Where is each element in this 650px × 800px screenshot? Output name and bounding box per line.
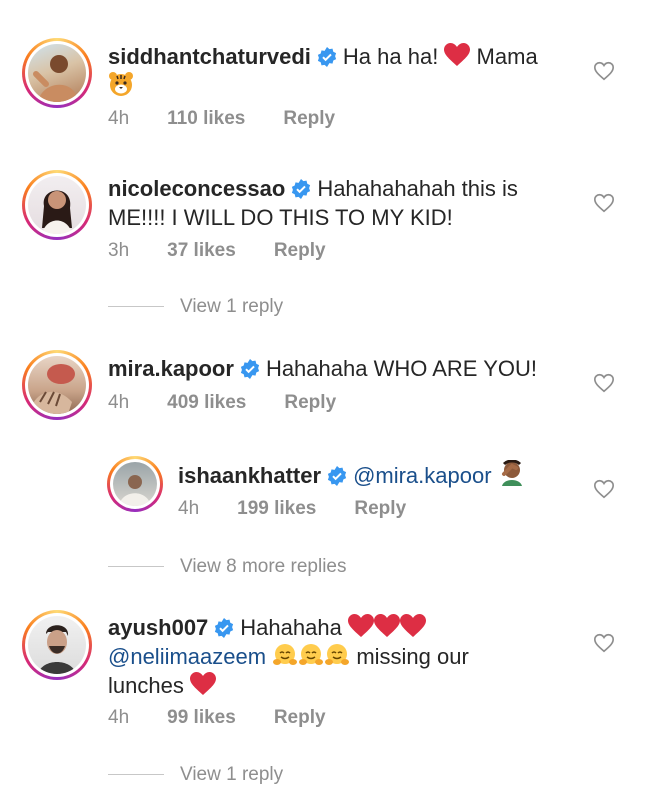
mention-link[interactable]: @neliimaazeem xyxy=(108,644,266,669)
heart-outline-icon[interactable] xyxy=(593,192,615,214)
comment-meta: 4h 110 likes Reply xyxy=(108,108,373,130)
heart-outline-icon[interactable] xyxy=(593,372,615,394)
divider xyxy=(108,566,164,568)
username[interactable]: ishaankhatter xyxy=(178,463,321,488)
verified-badge-icon xyxy=(317,47,337,67)
divider xyxy=(108,774,164,776)
avatar-photo xyxy=(119,475,151,506)
timestamp: 4h xyxy=(108,707,130,728)
view-replies-link[interactable]: View 8 more replies xyxy=(108,556,347,578)
hugging-face-emoji xyxy=(325,644,350,665)
reply-meta: 4h 199 likes Reply xyxy=(178,498,444,520)
comment-body: ME!!!! I WILL DO THIS TO MY KID! xyxy=(108,205,453,230)
red-heart-emoji xyxy=(347,614,374,637)
timestamp: 3h xyxy=(108,240,130,261)
comment-ayush007: ayush007 Hahahaha @neliimaazeem missing o… xyxy=(0,600,650,800)
comment-meta: 4h 99 likes Reply xyxy=(108,707,364,729)
tiger-face-emoji xyxy=(109,72,133,96)
likes-count[interactable]: 37 likes xyxy=(167,240,236,261)
likes-count[interactable]: 110 likes xyxy=(167,108,245,129)
red-heart-emoji xyxy=(399,614,426,637)
view-replies-label: View 1 reply xyxy=(180,296,284,317)
reply-button[interactable]: Reply xyxy=(354,498,406,519)
comment-body: missing our xyxy=(356,644,469,669)
red-heart-emoji xyxy=(373,614,400,637)
comment-body: Hahahahahah this is xyxy=(317,176,518,201)
comment-text: ayush007 Hahahaha @neliimaazeem missing o… xyxy=(108,613,578,700)
timestamp: 4h xyxy=(178,498,200,519)
view-replies-link[interactable]: View 1 reply xyxy=(108,296,283,318)
timestamp: 4h xyxy=(108,108,130,129)
reply-button[interactable]: Reply xyxy=(274,240,326,261)
reply-button[interactable]: Reply xyxy=(284,392,336,413)
mention-link[interactable]: @mira.kapoor xyxy=(353,463,492,488)
comment-body-part: Mama xyxy=(470,44,538,69)
avatar-photo xyxy=(32,364,75,414)
avatar-photo xyxy=(42,190,72,234)
avatar[interactable] xyxy=(22,610,92,680)
red-heart-emoji xyxy=(189,672,216,695)
reply-button[interactable]: Reply xyxy=(283,108,335,129)
verified-badge-icon xyxy=(327,466,347,486)
likes-count[interactable]: 199 likes xyxy=(237,498,316,519)
red-heart-emoji xyxy=(444,43,471,66)
comment-siddhantchaturvedi: siddhantchaturvedi Ha ha ha! Mama 4h 110 l… xyxy=(0,0,650,150)
verified-badge-icon xyxy=(215,618,234,638)
username[interactable]: nicoleconcessao xyxy=(108,176,285,201)
avatar[interactable] xyxy=(107,456,163,512)
view-replies-label: View 1 reply xyxy=(180,764,284,785)
comment-meta: 4h 409 likes Reply xyxy=(108,392,374,414)
likes-count[interactable]: 99 likes xyxy=(167,707,236,728)
avatar[interactable] xyxy=(22,350,92,420)
avatar-photo xyxy=(38,625,76,674)
comment-meta: 3h 37 likes Reply xyxy=(108,240,364,262)
reply-text: ishaankhatter @mira.kapoor xyxy=(178,460,598,490)
reply-button[interactable]: Reply xyxy=(274,707,326,728)
username[interactable]: ayush007 xyxy=(108,615,208,640)
hugging-face-emoji xyxy=(299,644,324,665)
verified-badge-icon xyxy=(240,359,260,379)
timestamp: 4h xyxy=(108,392,130,413)
comment-text: nicoleconcessao Hahahahahah this is ME!!!… xyxy=(108,174,568,232)
heart-outline-icon[interactable] xyxy=(593,60,615,82)
comment-mira-kapoor: mira.kapoor Hahahaha WHO ARE YOU! 4h 409 l… xyxy=(0,340,650,590)
comment-text: mira.kapoor Hahahaha WHO ARE YOU! xyxy=(108,354,568,383)
username[interactable]: siddhantchaturvedi xyxy=(108,44,311,69)
comment-text: siddhantchaturvedi Ha ha ha! Mama xyxy=(108,42,548,101)
facepalm-emoji xyxy=(501,460,522,486)
reply-ishaankhatter: ishaankhatter @mira.kapoor 4h 199 likes Rep… xyxy=(0,450,650,530)
avatar[interactable] xyxy=(22,170,92,240)
comment-body: Hahahaha xyxy=(240,615,342,640)
heart-outline-icon[interactable] xyxy=(593,632,615,654)
avatar-photo xyxy=(33,55,78,102)
view-replies-label: View 8 more replies xyxy=(180,556,347,577)
view-replies-link[interactable]: View 1 reply xyxy=(108,764,283,786)
comment-body: lunches xyxy=(108,673,184,698)
verified-badge-icon xyxy=(292,179,311,199)
comment-body-part: Ha ha ha! xyxy=(342,44,445,69)
comment-body: Hahahaha WHO ARE YOU! xyxy=(265,356,537,381)
comment-nicoleconcessao: nicoleconcessao Hahahahahah this is ME!!!… xyxy=(0,160,650,330)
avatar[interactable] xyxy=(22,38,92,108)
heart-outline-icon[interactable] xyxy=(593,478,615,500)
divider xyxy=(108,306,164,308)
hugging-face-emoji xyxy=(273,644,298,665)
username[interactable]: mira.kapoor xyxy=(108,356,234,381)
likes-count[interactable]: 409 likes xyxy=(167,392,246,413)
